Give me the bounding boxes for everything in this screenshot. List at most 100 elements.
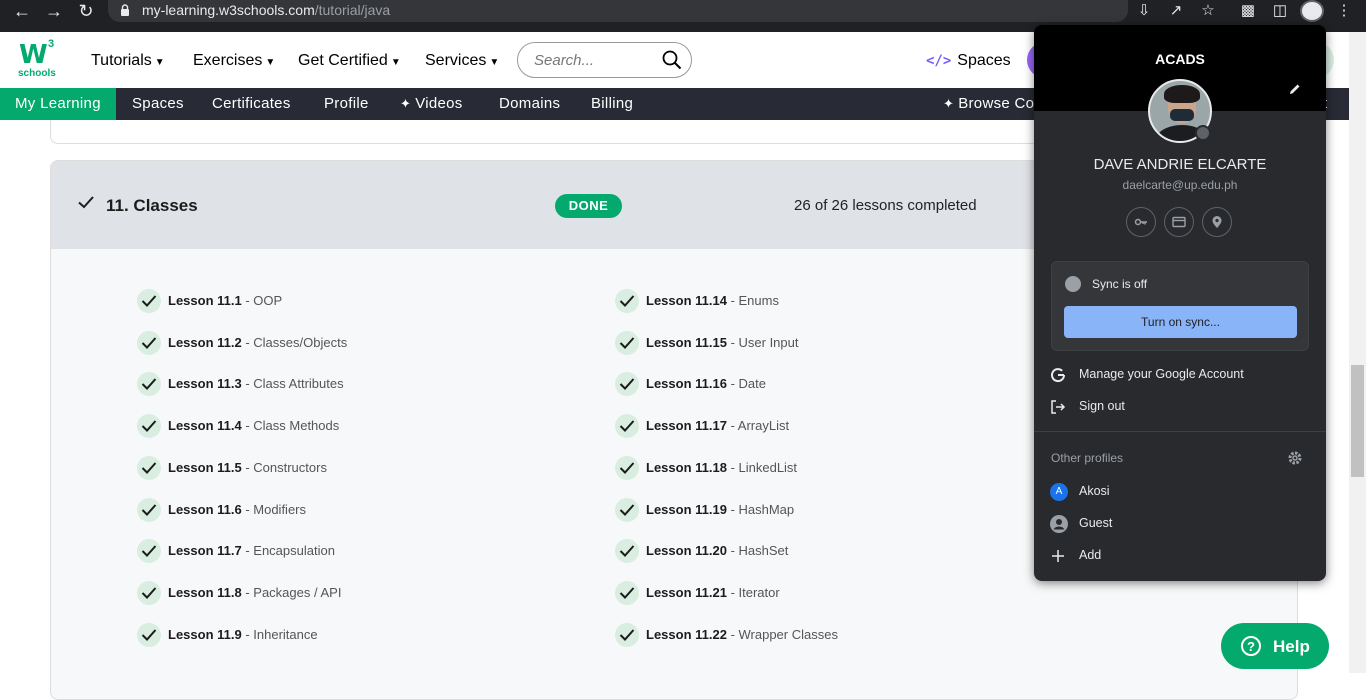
lesson-text: Lesson 11.14 - Enums bbox=[646, 293, 779, 308]
sparkle-icon: ✦ bbox=[400, 96, 412, 111]
sign-out-icon bbox=[1051, 400, 1066, 414]
check-circle-icon bbox=[615, 580, 639, 605]
search-icon[interactable] bbox=[662, 50, 682, 70]
lesson-text: Lesson 11.18 - LinkedList bbox=[646, 460, 797, 475]
lesson-number: Lesson 11.21 bbox=[646, 584, 727, 600]
help-button[interactable]: ? Help bbox=[1221, 623, 1329, 669]
check-icon bbox=[78, 196, 94, 209]
profile-name: DAVE ANDRIE ELCARTE bbox=[1093, 156, 1267, 173]
lesson-number: Lesson 11.8 bbox=[168, 584, 242, 600]
check-circle-icon bbox=[137, 414, 161, 439]
add-profile[interactable]: Add bbox=[1034, 541, 1326, 571]
nav-exercises-label: Exercises bbox=[193, 52, 263, 69]
subnav-profile[interactable]: Profile bbox=[309, 88, 384, 120]
lesson-name: - Date bbox=[726, 376, 766, 392]
reload-icon[interactable]: ↻ bbox=[72, 0, 100, 22]
lesson-text: Lesson 11.1 - OOP bbox=[168, 293, 282, 308]
nav-services[interactable]: Services ▼ bbox=[425, 52, 499, 70]
check-circle-icon bbox=[137, 372, 161, 397]
lesson-number: Lesson 11.6 bbox=[168, 501, 242, 517]
share-icon[interactable]: ↗ bbox=[1164, 0, 1188, 22]
side-panel-icon[interactable]: ◫ bbox=[1268, 0, 1292, 22]
sign-out[interactable]: Sign out bbox=[1034, 392, 1326, 422]
help-label: Help bbox=[1273, 637, 1310, 656]
subnav-browse-courses[interactable]: ✦ Browse Co bbox=[928, 88, 1049, 120]
nav-tutorials[interactable]: Tutorials ▼ bbox=[91, 52, 165, 70]
location-pin-icon[interactable] bbox=[1202, 207, 1232, 237]
logo-mark: W bbox=[19, 40, 48, 70]
nav-services-label: Services bbox=[425, 52, 487, 69]
lesson-name: - Inheritance bbox=[241, 626, 318, 642]
lesson-text: Lesson 11.6 - Modifiers bbox=[168, 502, 306, 517]
search-input[interactable]: Search... bbox=[517, 42, 692, 78]
back-icon[interactable]: ← bbox=[8, 0, 36, 22]
lesson-text: Lesson 11.7 - Encapsulation bbox=[168, 543, 335, 558]
forward-icon[interactable]: → bbox=[40, 0, 68, 22]
sparkle-icon: ✦ bbox=[943, 96, 955, 111]
profile-guest[interactable]: Guest bbox=[1034, 509, 1326, 539]
lesson-name: - Constructors bbox=[241, 459, 327, 475]
lesson-number: Lesson 11.3 bbox=[168, 376, 242, 392]
subnav-browse-label: Browse Co bbox=[958, 95, 1035, 112]
lesson-name: - Packages / API bbox=[241, 584, 342, 600]
profile-org-name: ACADS bbox=[1155, 51, 1205, 67]
lesson-text: Lesson 11.19 - HashMap bbox=[646, 502, 794, 517]
menu-kebab-icon[interactable]: ⋮ bbox=[1332, 0, 1356, 22]
caret-down-icon: ▼ bbox=[489, 57, 500, 68]
subnav-billing[interactable]: Billing bbox=[576, 88, 648, 120]
bookmark-star-icon[interactable]: ☆ bbox=[1196, 0, 1220, 22]
subnav-domains[interactable]: Domains bbox=[484, 88, 575, 120]
url-text: my-learning.w3schools.com/tutorial/java bbox=[142, 2, 390, 18]
caret-down-icon: ▼ bbox=[390, 57, 401, 68]
profile-akosi[interactable]: A Akosi bbox=[1034, 477, 1326, 507]
gear-icon[interactable] bbox=[1287, 450, 1303, 466]
payment-card-icon[interactable] bbox=[1164, 207, 1194, 237]
google-g-icon bbox=[1051, 368, 1066, 383]
subnav-certificates[interactable]: Certificates bbox=[197, 88, 306, 120]
lesson-name: - Modifiers bbox=[241, 501, 307, 517]
extensions-icon[interactable]: ▩ bbox=[1236, 0, 1260, 22]
lesson-number: Lesson 11.19 bbox=[646, 501, 727, 517]
divider bbox=[1034, 431, 1326, 432]
passwords-key-icon[interactable] bbox=[1126, 207, 1156, 237]
nav-exercises[interactable]: Exercises ▼ bbox=[193, 52, 275, 70]
subnav-my-learning[interactable]: My Learning bbox=[0, 88, 116, 120]
add-profile-label: Add bbox=[1079, 548, 1102, 562]
lesson-name: - Wrapper Classes bbox=[726, 626, 838, 642]
subnav-videos[interactable]: ✦ Videos bbox=[385, 88, 478, 120]
subnav-spaces[interactable]: Spaces bbox=[117, 88, 199, 120]
check-circle-icon bbox=[615, 622, 639, 647]
lesson-text: Lesson 11.20 - HashSet bbox=[646, 543, 788, 558]
lesson-text: Lesson 11.16 - Date bbox=[646, 376, 766, 391]
edit-pencil-icon[interactable] bbox=[1287, 81, 1303, 97]
nav-get-certified[interactable]: Get Certified ▼ bbox=[298, 52, 401, 70]
lesson-text: Lesson 11.4 - Class Methods bbox=[168, 418, 339, 433]
spaces-link[interactable]: </> Spaces bbox=[926, 52, 1011, 70]
lesson-number: Lesson 11.22 bbox=[646, 626, 727, 642]
lesson-name: - OOP bbox=[241, 293, 283, 308]
profile-initial-avatar-icon: A bbox=[1050, 483, 1068, 501]
manage-google-account[interactable]: Manage your Google Account bbox=[1034, 360, 1326, 390]
check-circle-icon bbox=[137, 455, 161, 480]
scrollbar-thumb[interactable] bbox=[1351, 365, 1364, 477]
other-profiles-title: Other profiles bbox=[1051, 451, 1124, 465]
lesson-name: - LinkedList bbox=[726, 459, 798, 475]
url-path: /tutorial/java bbox=[314, 2, 391, 18]
profile-akosi-label: Akosi bbox=[1079, 484, 1110, 498]
install-icon[interactable]: ⇩ bbox=[1132, 0, 1156, 22]
lesson-text: Lesson 11.21 - Iterator bbox=[646, 585, 780, 600]
address-bar[interactable]: my-learning.w3schools.com/tutorial/java bbox=[108, 0, 1128, 22]
lesson-number: Lesson 11.7 bbox=[168, 543, 242, 559]
page-scrollbar[interactable] bbox=[1349, 32, 1366, 673]
lesson-name: - User Input bbox=[726, 334, 799, 350]
turn-on-sync-button[interactable]: Turn on sync... bbox=[1064, 306, 1297, 338]
lesson-text: Lesson 11.3 - Class Attributes bbox=[168, 376, 344, 391]
manage-account-label: Manage your Google Account bbox=[1079, 367, 1244, 381]
lesson-text: Lesson 11.22 - Wrapper Classes bbox=[646, 627, 838, 642]
check-circle-icon bbox=[137, 622, 161, 647]
chapter-progress: 26 of 26 lessons completed bbox=[794, 197, 977, 214]
profile-avatar-button[interactable] bbox=[1300, 0, 1324, 22]
w3schools-logo[interactable]: W 3 schools bbox=[17, 38, 61, 80]
check-circle-icon bbox=[137, 497, 161, 522]
sync-paused-badge-icon bbox=[1195, 125, 1211, 141]
